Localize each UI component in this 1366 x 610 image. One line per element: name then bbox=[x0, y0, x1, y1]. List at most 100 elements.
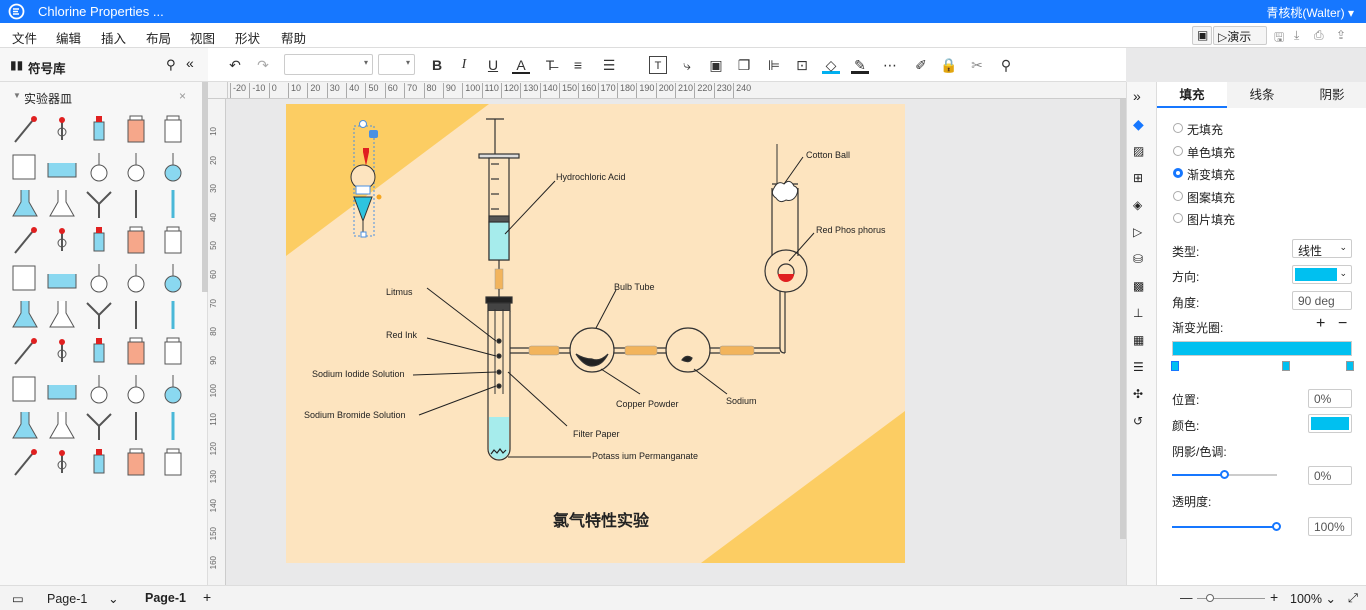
library-shape[interactable] bbox=[44, 112, 80, 148]
radio-gradient-fill[interactable] bbox=[1173, 168, 1183, 178]
close-icon[interactable]: × bbox=[179, 89, 186, 103]
data-icon[interactable]: ⛁ bbox=[1133, 252, 1151, 270]
edit-shape-icon[interactable]: ✐ bbox=[912, 56, 930, 74]
zoom-slider-knob[interactable] bbox=[1206, 594, 1214, 602]
collapse-icon[interactable]: « bbox=[186, 55, 194, 71]
shade-slider-knob[interactable] bbox=[1219, 470, 1229, 479]
lock-icon[interactable]: 🔒 bbox=[940, 56, 958, 74]
fill-color-icon[interactable]: ◇ bbox=[822, 56, 840, 74]
library-shape[interactable] bbox=[81, 334, 117, 370]
type-select[interactable]: 线性 ⌄ bbox=[1292, 239, 1352, 258]
zoom-out-button[interactable]: — bbox=[1180, 591, 1193, 605]
library-shape[interactable] bbox=[81, 223, 117, 259]
tab-page-1[interactable]: Page-1 bbox=[145, 591, 186, 605]
library-shape[interactable] bbox=[81, 371, 117, 407]
menu-insert[interactable]: 插入 bbox=[101, 28, 126, 47]
library-shape[interactable] bbox=[81, 445, 117, 481]
opacity-input[interactable]: 100% bbox=[1308, 517, 1352, 536]
italic-icon[interactable]: I bbox=[455, 56, 473, 74]
menu-view[interactable]: 视图 bbox=[190, 28, 215, 47]
tools-icon[interactable]: ✂ bbox=[968, 56, 986, 74]
add-page-button[interactable]: + bbox=[203, 589, 211, 605]
library-shape[interactable] bbox=[7, 149, 43, 185]
zoom-select[interactable]: 100% ⌄ bbox=[1290, 591, 1336, 606]
remove-stop-icon[interactable]: − bbox=[1338, 315, 1347, 333]
grid-panel-icon[interactable]: ⊞ bbox=[1133, 171, 1151, 189]
shade-input[interactable]: 0% bbox=[1308, 466, 1352, 485]
library-shape[interactable] bbox=[7, 223, 43, 259]
library-shape[interactable] bbox=[44, 334, 80, 370]
container-icon[interactable]: ▣ bbox=[707, 56, 725, 74]
line-color-icon[interactable]: ✎ bbox=[851, 56, 869, 74]
angle-input[interactable]: 90 deg bbox=[1292, 291, 1352, 310]
add-stop-icon[interactable]: + bbox=[1316, 315, 1325, 333]
table-icon[interactable]: ▦ bbox=[1133, 333, 1151, 351]
library-shape[interactable] bbox=[118, 260, 154, 296]
align-icon[interactable]: ≡ bbox=[569, 56, 587, 74]
library-shape[interactable] bbox=[155, 371, 191, 407]
undo-icon[interactable]: ↶ bbox=[226, 56, 244, 74]
library-shape[interactable] bbox=[118, 371, 154, 407]
tab-line[interactable]: 线条 bbox=[1227, 82, 1297, 108]
zoom-in-button[interactable]: + bbox=[1270, 589, 1278, 605]
library-shape[interactable] bbox=[155, 112, 191, 148]
bold-icon[interactable]: B bbox=[428, 56, 446, 74]
library-shape[interactable] bbox=[81, 186, 117, 222]
gradient-stop-mid[interactable] bbox=[1282, 361, 1290, 371]
style-panel-icon[interactable]: ▨ bbox=[1133, 144, 1151, 162]
shade-slider-track[interactable] bbox=[1172, 470, 1277, 479]
mind-map-icon[interactable]: ✣ bbox=[1133, 387, 1151, 405]
font-size-select[interactable]: ▾ bbox=[378, 54, 415, 75]
fill-panel-icon[interactable]: ◆ bbox=[1133, 116, 1151, 134]
library-shape[interactable] bbox=[7, 371, 43, 407]
org-chart-icon[interactable]: ⊥ bbox=[1133, 306, 1151, 324]
library-shape[interactable] bbox=[118, 408, 154, 444]
search-icon[interactable]: ⚲ bbox=[166, 57, 176, 73]
connector-icon[interactable]: ⤷ bbox=[678, 56, 696, 74]
library-shape[interactable] bbox=[7, 297, 43, 333]
opacity-slider-knob[interactable] bbox=[1272, 522, 1281, 531]
font-color-icon[interactable]: A bbox=[512, 56, 530, 74]
library-shape[interactable] bbox=[118, 186, 154, 222]
textbox-icon[interactable]: T bbox=[649, 56, 667, 74]
presentation-icon[interactable]: ▷ bbox=[1133, 225, 1151, 243]
library-shape[interactable] bbox=[155, 149, 191, 185]
gradient-stop-right[interactable] bbox=[1346, 361, 1354, 371]
menu-shape[interactable]: 形状 bbox=[235, 28, 260, 47]
redo-icon[interactable]: ↷ bbox=[254, 56, 272, 74]
color-picker[interactable] bbox=[1308, 414, 1352, 433]
tab-fill[interactable]: 填充 bbox=[1157, 82, 1227, 108]
library-shape[interactable] bbox=[118, 445, 154, 481]
menu-file[interactable]: 文件 bbox=[12, 28, 37, 47]
library-shape[interactable] bbox=[44, 260, 80, 296]
align-left-icon[interactable]: ⊫ bbox=[765, 56, 783, 74]
library-shape[interactable] bbox=[7, 334, 43, 370]
library-shape[interactable] bbox=[7, 445, 43, 481]
library-shape[interactable] bbox=[118, 112, 154, 148]
library-shape[interactable] bbox=[44, 371, 80, 407]
library-shape[interactable] bbox=[118, 297, 154, 333]
library-shape[interactable] bbox=[44, 408, 80, 444]
user-menu[interactable]: 青核桃(Walter) ▾ bbox=[1266, 4, 1354, 21]
library-shape[interactable] bbox=[44, 149, 80, 185]
menu-layout[interactable]: 布局 bbox=[146, 28, 171, 47]
outline-icon[interactable]: ☰ bbox=[1133, 360, 1151, 378]
gradient-bar[interactable] bbox=[1172, 341, 1352, 356]
print-icon[interactable]: ⎙ bbox=[1314, 28, 1324, 43]
image-icon[interactable]: ▩ bbox=[1133, 279, 1151, 297]
copy-style-icon[interactable]: ❐ bbox=[735, 56, 753, 74]
library-shape[interactable] bbox=[155, 408, 191, 444]
radio-no-fill[interactable] bbox=[1173, 123, 1183, 133]
library-shape[interactable] bbox=[44, 297, 80, 333]
library-shape[interactable] bbox=[81, 149, 117, 185]
underline-icon[interactable]: U bbox=[484, 56, 502, 74]
library-shape[interactable] bbox=[44, 223, 80, 259]
download-icon[interactable]: ⤓ bbox=[1294, 28, 1299, 43]
library-shape[interactable] bbox=[7, 408, 43, 444]
share-icon[interactable]: ⇪ bbox=[1336, 28, 1346, 42]
find-icon[interactable]: ⚲ bbox=[997, 56, 1015, 74]
text-style-icon[interactable]: T̶ bbox=[541, 56, 559, 74]
expand-panel-icon[interactable]: » bbox=[1133, 88, 1151, 106]
page-layout-icon[interactable]: ▭ bbox=[12, 591, 24, 606]
library-shape[interactable] bbox=[7, 186, 43, 222]
